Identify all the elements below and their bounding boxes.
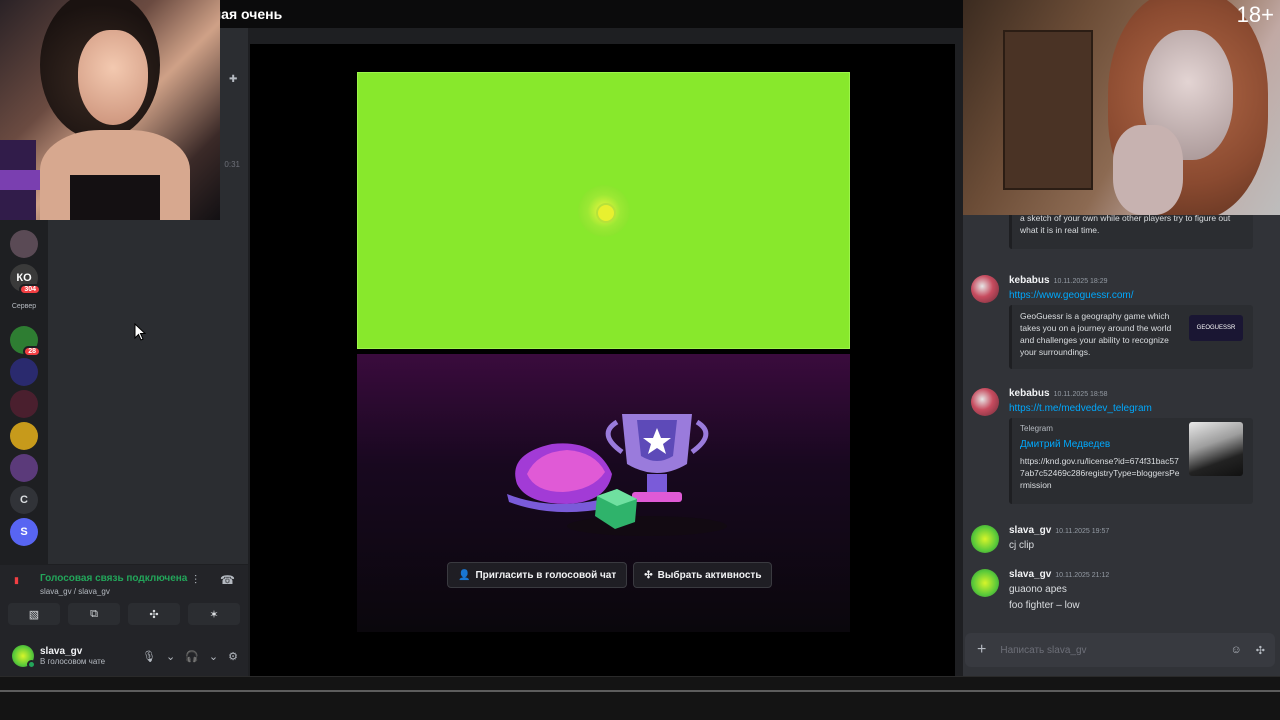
voice-status: Голосовая связь подключена <box>40 573 188 584</box>
message-time: 10.11.2025 18:58 <box>1053 391 1108 398</box>
server-icon-s[interactable]: S <box>10 518 38 546</box>
message-author[interactable]: kebabus 10.11.2025 18:58 <box>1009 388 1108 399</box>
soundboard-button[interactable]: ✶ <box>188 603 240 625</box>
divider <box>0 690 1280 692</box>
message-input[interactable]: + Написать slava_gv ☺ ✣ <box>965 633 1275 667</box>
streamer-webcam-left <box>0 0 220 220</box>
camera-button[interactable]: ▧ <box>8 603 60 625</box>
trophy-illustration-icon <box>507 414 727 536</box>
message-text: foo fighter – low <box>1009 600 1080 611</box>
voice-location[interactable]: slava_gv / slava_gv <box>40 587 110 596</box>
disconnect-icon[interactable]: ☎ <box>220 573 235 587</box>
invite-to-voice-label: Пригласить в голосовой чат <box>475 569 617 581</box>
message-author[interactable]: kebabus 10.11.2025 18:29 <box>1009 275 1108 286</box>
avatar[interactable] <box>971 275 999 303</box>
speaking-avatar-icon <box>578 185 630 237</box>
avatar[interactable] <box>12 645 36 669</box>
soundboard-icon: ✶ <box>209 608 219 621</box>
invite-to-voice-button[interactable]: 👤 Пригласить в голосовой чат <box>447 562 628 588</box>
author-name: kebabus <box>1009 275 1050 286</box>
stream-bottom-bar <box>0 676 1280 720</box>
message-link[interactable]: https://t.me/medvedev_telegram <box>1009 403 1152 414</box>
voice-timer: 0:31 <box>224 160 240 169</box>
server-icon-ko[interactable]: КО 304 <box>10 264 41 295</box>
server-leaf-badge: 28 <box>23 346 41 357</box>
server-c-letter: C <box>20 494 28 506</box>
add-attachment-icon[interactable]: + <box>977 641 986 659</box>
message-time: 10.11.2025 21:12 <box>1055 572 1110 579</box>
embed-description: GeoGuessr is a geography game which take… <box>1020 311 1172 357</box>
user-status: В голосовом чате <box>40 657 106 666</box>
direct-message-chat: a sketch of your own while other players… <box>963 211 1280 676</box>
embed-description: https://knd.gov.ru/license?id=674f31bac5… <box>1020 456 1180 490</box>
camera-off-icon: ▧ <box>28 608 40 621</box>
server-icon-anime[interactable] <box>10 454 38 482</box>
user-panel: slava_gv В голосовом чате 🎙 ⌄ 🎧 ⌄ ⚙ <box>0 635 248 677</box>
partial-embed-text: a sketch of your own while other players… <box>1020 213 1231 235</box>
activity-button[interactable]: ✣ <box>128 603 180 625</box>
add-user-icon[interactable]: ✚ <box>229 74 237 85</box>
avatar[interactable] <box>971 388 999 416</box>
emoji-icon[interactable]: ☺ <box>1231 644 1242 657</box>
guest-webcam-right <box>963 0 1280 215</box>
embed-thumbnail[interactable]: GEOGUESSR <box>1189 315 1243 341</box>
server-icon-gold[interactable] <box>10 422 38 450</box>
server-icon-dark[interactable] <box>10 390 38 418</box>
user-name: slava_gv <box>40 646 83 657</box>
avatar[interactable] <box>971 525 999 553</box>
server-folder-label: Сервер <box>11 303 37 310</box>
settings-gear-icon[interactable]: ⚙ <box>228 650 238 663</box>
server-s-letter: S <box>20 526 28 538</box>
link-embed: Telegram Дмитрий Медведев https://knd.go… <box>1009 418 1253 504</box>
screen-share-icon: ⧉ <box>90 607 98 620</box>
partial-embed: a sketch of your own while other players… <box>1009 211 1253 249</box>
message-input-placeholder: Написать slava_gv <box>1000 644 1087 656</box>
server-ko-badge: 304 <box>19 284 41 295</box>
apps-grid-icon[interactable]: ✣ <box>1256 644 1265 657</box>
online-status-icon <box>27 660 36 669</box>
signal-icon: ▮ <box>14 575 19 585</box>
server-icon-avatar[interactable] <box>10 230 38 258</box>
message-text: cj clip <box>1009 540 1035 551</box>
avatar[interactable] <box>971 569 999 597</box>
server-icon-leaf[interactable]: 28 <box>10 326 41 357</box>
message-author[interactable]: slava_gv 10.11.2025 21:12 <box>1009 569 1109 580</box>
author-name: slava_gv <box>1009 569 1052 580</box>
activity-panel: 👤 Пригласить в голосовой чат ✣ Выбрать а… <box>357 354 850 632</box>
message-text: guaono apes <box>1009 584 1067 595</box>
message-link[interactable]: https://www.geoguessr.com/ <box>1009 290 1134 301</box>
age-rating-badge: 18+ <box>1236 2 1274 27</box>
message-time: 10.11.2025 18:29 <box>1053 278 1108 285</box>
chevron-down-icon[interactable]: ⌄ <box>166 650 175 663</box>
screen-share-button[interactable]: ⧉ <box>68 603 120 625</box>
user-video-tile[interactable] <box>357 72 850 349</box>
message-author[interactable]: slava_gv 10.11.2025 19:57 <box>1009 525 1109 536</box>
author-name: kebabus <box>1009 388 1050 399</box>
chevron-down-icon[interactable]: ⌄ <box>209 650 218 663</box>
noise-suppression-icon[interactable]: ⫶ <box>194 573 197 588</box>
mouse-cursor-icon <box>134 323 146 341</box>
server-icon-blue[interactable] <box>10 358 38 386</box>
add-user-icon: 👤 <box>458 569 471 581</box>
headphones-icon[interactable]: 🎧 <box>185 650 199 663</box>
embed-thumbnail[interactable] <box>1189 422 1243 476</box>
choose-activity-button[interactable]: ✣ Выбрать активность <box>633 562 773 588</box>
microphone-icon[interactable]: 🎙 <box>142 650 156 663</box>
voice-connection-panel: ▮ Голосовая связь подключена slava_gv / … <box>0 564 248 677</box>
apps-grid-icon: ✣ <box>644 569 653 581</box>
server-icon-c[interactable]: C <box>10 486 38 514</box>
activity-icon: ✣ <box>149 608 159 621</box>
choose-activity-label: Выбрать активность <box>657 569 762 581</box>
link-embed: GeoGuessr is a geography game which take… <box>1009 305 1253 369</box>
message-time: 10.11.2025 19:57 <box>1055 528 1110 535</box>
author-name: slava_gv <box>1009 525 1052 536</box>
server-ko-letter: КО <box>16 272 32 284</box>
voice-stage: 👤 Пригласить в голосовой чат ✣ Выбрать а… <box>250 44 955 676</box>
